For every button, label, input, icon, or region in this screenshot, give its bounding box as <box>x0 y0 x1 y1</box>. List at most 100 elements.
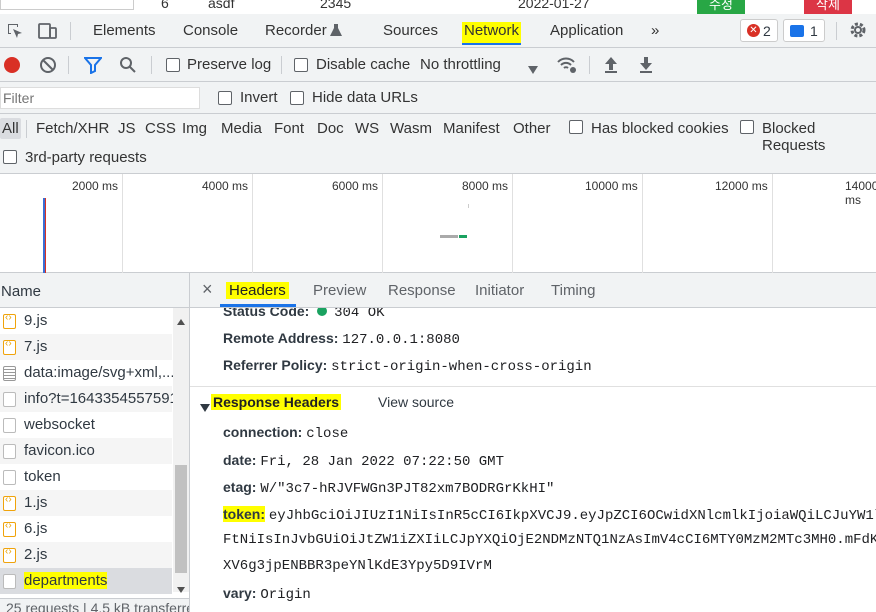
script-file-icon <box>3 546 16 563</box>
header-value: Origin <box>260 587 311 603</box>
preserve-log-checkbox[interactable] <box>166 58 180 72</box>
filter-row: Invert Hide data URLs <box>0 82 876 114</box>
request-bar <box>468 204 469 208</box>
grid-line <box>642 174 643 273</box>
network-overview-timeline[interactable]: 2000 ms 4000 ms 6000 ms 8000 ms 10000 ms… <box>0 174 876 273</box>
remote-address-label: Remote Address: <box>223 330 339 346</box>
request-name: 1.js <box>24 494 48 511</box>
type-css[interactable]: CSS <box>145 120 176 137</box>
tick-label: 8000 ms <box>462 179 509 193</box>
grid-line <box>382 174 383 273</box>
type-manifest[interactable]: Manifest <box>443 120 500 137</box>
network-conditions-icon[interactable] <box>556 56 578 77</box>
remote-address-row: Remote Address: 127.0.0.1:8080 <box>223 330 460 348</box>
grid-line <box>772 174 773 273</box>
request-row[interactable]: favicon.ico <box>0 438 172 464</box>
type-wasm[interactable]: Wasm <box>390 120 432 137</box>
tab-console[interactable]: Console <box>183 22 238 39</box>
tab-sources[interactable]: Sources <box>383 22 438 39</box>
clear-icon[interactable] <box>39 56 57 77</box>
delete-button[interactable]: 삭제 <box>804 0 852 14</box>
type-font[interactable]: Font <box>274 120 304 137</box>
filter-input[interactable] <box>0 87 200 109</box>
type-all[interactable]: All <box>0 118 21 139</box>
throttling-select[interactable]: No throttling <box>420 56 501 73</box>
row-number: 6 <box>161 0 169 11</box>
row-name: asdf <box>208 0 235 11</box>
tab-elements[interactable]: Elements <box>93 22 156 39</box>
edit-button[interactable]: 수정 <box>697 0 745 14</box>
request-name: info?t=1643354557591 <box>24 390 178 407</box>
gear-icon[interactable] <box>848 20 868 43</box>
divider <box>68 56 69 74</box>
scroll-down-icon[interactable] <box>177 580 185 596</box>
type-js[interactable]: JS <box>118 120 136 137</box>
search-icon[interactable] <box>119 56 137 77</box>
request-row[interactable]: 2.js <box>0 542 172 568</box>
close-icon[interactable]: × <box>202 279 213 300</box>
type-doc[interactable]: Doc <box>317 120 344 137</box>
invert-checkbox[interactable] <box>218 91 232 105</box>
request-summary-status: 25 requests | 4.5 kB transferred <box>0 598 189 612</box>
record-icon[interactable] <box>4 57 20 73</box>
tab-initiator[interactable]: Initiator <box>475 282 524 299</box>
request-row[interactable]: token <box>0 464 172 490</box>
type-media[interactable]: Media <box>221 120 262 137</box>
type-other[interactable]: Other <box>513 120 551 137</box>
inspect-element-icon[interactable] <box>6 22 24 43</box>
scroll-thumb[interactable] <box>175 465 187 573</box>
type-ws[interactable]: WS <box>355 120 379 137</box>
tab-network[interactable]: Network <box>462 22 522 45</box>
script-file-icon <box>3 520 16 537</box>
header-name: date: <box>223 452 257 468</box>
tick-label: 12000 ms <box>715 179 768 193</box>
dropdown-arrow-icon[interactable] <box>528 61 538 77</box>
request-row[interactable]: 7.js <box>0 334 172 360</box>
expand-triangle-icon[interactable] <box>200 399 210 415</box>
request-row[interactable]: data:image/svg+xml,... <box>0 360 175 386</box>
divider <box>281 56 282 74</box>
type-img[interactable]: Img <box>182 120 207 137</box>
filter-icon[interactable] <box>82 56 104 77</box>
tab-application[interactable]: Application <box>550 22 623 39</box>
tab-headers[interactable]: Headers <box>226 282 289 299</box>
page-input-field[interactable] <box>0 0 134 10</box>
request-name: 2.js <box>24 546 48 563</box>
tab-timing[interactable]: Timing <box>551 282 595 299</box>
request-row[interactable]: websocket <box>0 412 172 438</box>
errors-badge[interactable]: ✕ 2 <box>740 19 778 42</box>
header-name: token: <box>223 506 265 522</box>
import-har-icon[interactable] <box>603 56 619 77</box>
divider <box>70 22 71 40</box>
tab-preview[interactable]: Preview <box>313 282 366 299</box>
type-fetch-xhr[interactable]: Fetch/XHR <box>36 120 109 137</box>
blocked-cookies-checkbox[interactable] <box>569 120 583 134</box>
request-row[interactable]: 1.js <box>0 490 172 516</box>
request-list-scrollbar[interactable] <box>173 308 189 593</box>
disable-cache-checkbox[interactable] <box>294 58 308 72</box>
header-value: W/"3c7-hRJVFWGn3PJT82xm7BODRGrKkHI" <box>260 481 555 497</box>
request-row[interactable]: 9.js <box>0 308 172 334</box>
document-file-icon <box>3 418 16 433</box>
tab-response[interactable]: Response <box>388 282 456 299</box>
request-name: data:image/svg+xml,... <box>24 364 175 381</box>
messages-badge[interactable]: 1 <box>783 19 825 42</box>
third-party-checkbox[interactable] <box>3 150 17 164</box>
scroll-up-icon[interactable] <box>177 312 185 328</box>
request-row[interactable]: info?t=1643354557591 <box>0 386 178 412</box>
export-har-icon[interactable] <box>638 56 654 77</box>
request-row-selected[interactable]: departments <box>0 568 172 594</box>
more-tabs-button[interactable]: » <box>651 22 659 39</box>
request-row[interactable]: 6.js <box>0 516 172 542</box>
request-list-header[interactable]: Name <box>0 273 189 308</box>
request-name: 9.js <box>24 312 48 329</box>
header-value: Fri, 28 Jan 2022 07:22:50 GMT <box>260 454 504 470</box>
blocked-requests-checkbox[interactable] <box>740 120 754 134</box>
name-column-header[interactable]: Name <box>1 283 41 300</box>
hide-data-urls-checkbox[interactable] <box>290 91 304 105</box>
device-toolbar-icon[interactable] <box>38 22 58 43</box>
view-source-link[interactable]: View source <box>378 394 454 410</box>
referrer-policy-row: Referrer Policy: strict-origin-when-cros… <box>223 357 592 375</box>
tab-recorder[interactable]: Recorder <box>265 22 327 39</box>
response-headers-title[interactable]: Response Headers <box>211 394 342 410</box>
